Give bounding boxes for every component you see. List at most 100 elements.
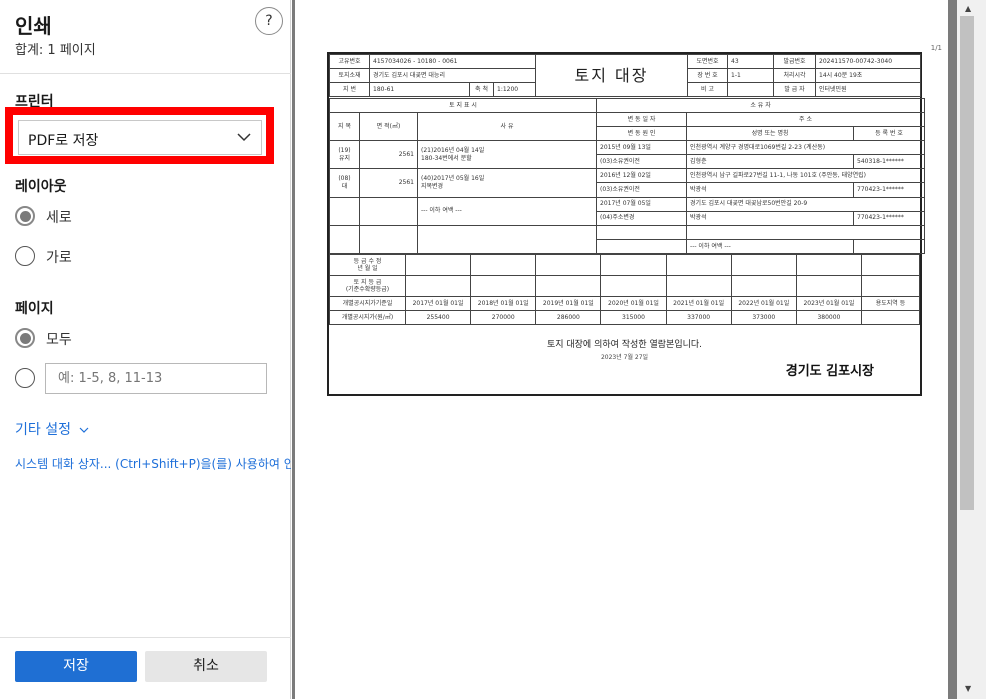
col-regno: 등 록 번 호: [853, 126, 926, 142]
more-settings-link[interactable]: 기타 설정: [15, 419, 89, 439]
land-reason-line2: 180-34번에서 분할: [421, 154, 472, 162]
grade-label-line1: 등 급 수 정: [353, 257, 382, 265]
grade-cell: [730, 275, 797, 297]
land-reason-empty: [416, 224, 598, 255]
price-year: 2018년 01월 01일: [470, 296, 537, 311]
value-unique-no: 4157034026 - 10180 - 0061: [369, 54, 536, 69]
grade-cell: [730, 254, 797, 276]
owner-name: 박광석: [686, 182, 855, 198]
section-land: 토 지 표 시: [328, 97, 598, 114]
owner-regno: 540318-1******: [853, 154, 926, 170]
col-name: 성명 또는 명칭: [686, 126, 855, 142]
owner-name: --- 이하 여백 ---: [686, 238, 855, 255]
more-settings-label: 기타 설정: [15, 422, 71, 438]
doc-title: 토지 대장: [535, 54, 688, 97]
land-code: (19): [338, 147, 351, 155]
grade-cell: [861, 254, 920, 276]
price-value: 255400: [404, 310, 472, 325]
owner-regno: [853, 238, 926, 255]
scroll-up-icon[interactable]: ▲: [965, 4, 971, 13]
owner-cause: (03)소유권이전: [596, 182, 688, 198]
value-location: 경기도 김포시 대곶면 대능리: [369, 68, 536, 83]
pages-all-label: 모두: [46, 332, 72, 348]
owner-name: 박광석: [686, 210, 855, 226]
land-reason-line1: (21)2016년 04월 14일: [421, 147, 485, 155]
page-count: 합계: 1 페이지: [15, 43, 96, 58]
owner-address: [686, 224, 926, 240]
scrollbar[interactable]: ▲ ▼: [957, 0, 986, 699]
owner-address: 인천광역시 계양구 경명대로1069번길 2-23 (계산동): [686, 140, 926, 156]
col-change-cause: 변 동 원 인: [596, 126, 688, 142]
grade-cell: [861, 275, 920, 297]
grade-date-label: 등 급 수 정 년 월 일: [329, 254, 406, 276]
land-jimok: 대: [341, 182, 348, 190]
col-change-date: 변 동 일 자: [596, 112, 688, 128]
grade-cell: [665, 254, 732, 276]
grade-cell: [535, 254, 602, 276]
label-map-no: 도면번호: [687, 54, 728, 69]
grade-label-line2: 년 월 일: [357, 265, 378, 272]
owner-address: 경기도 김포시 대곶면 대곶남로50번안길 20-9: [686, 196, 926, 212]
radio-pages-custom[interactable]: [15, 368, 35, 388]
owner-date: 2015년 09월 13일: [596, 140, 688, 156]
doc-footer-text: 토지 대장에 의하여 작성한 열람본입니다.: [546, 340, 703, 350]
doc-price-table: 등 급 수 정 년 월 일 토 지 등 급 (기준수확량등급) 개별공시지가기준…: [329, 254, 920, 325]
land-reason-line2: 지목변경: [421, 182, 444, 190]
label-issue-no: 발급번호: [773, 54, 816, 69]
chevron-down-icon: [237, 133, 251, 142]
land-reason: --- 이하 여백 ---: [416, 196, 598, 226]
scrollbar-thumb[interactable]: [960, 16, 974, 510]
save-button[interactable]: 저장: [15, 651, 137, 682]
cancel-button[interactable]: 취소: [145, 651, 267, 682]
label-process-time: 처리시각: [773, 68, 816, 83]
doc-footer-date: 2023년 7월 27일: [600, 354, 649, 361]
help-icon[interactable]: ?: [255, 7, 283, 35]
chevron-down-icon: [80, 427, 89, 433]
pages-label: 페이지: [15, 301, 54, 317]
radio-portrait[interactable]: [15, 206, 35, 226]
owner-cause: (04)주소변경: [596, 210, 688, 226]
label-unique-no: 고유번호: [329, 54, 370, 69]
doc-issuer: 경기도 김포시장: [785, 364, 874, 379]
price-value: 380000: [795, 310, 863, 325]
value-lot-no: 180-61: [369, 82, 470, 97]
destination-select[interactable]: PDF로 저장: [18, 120, 262, 155]
layout-label: 레이아웃: [15, 179, 67, 195]
radio-landscape[interactable]: [15, 246, 35, 266]
land-row: (19) 유지: [329, 140, 360, 170]
system-dialog-link[interactable]: 시스템 대화 상자... (Ctrl+Shift+P)을(를) 사용하여 인쇄: [15, 455, 291, 472]
grade-cell: [600, 275, 667, 297]
price-label: 개별공시지가(원/㎡): [329, 310, 406, 325]
scroll-down-icon[interactable]: ▼: [965, 684, 971, 693]
divider: [0, 637, 291, 638]
owner-date: [596, 224, 688, 240]
label-sheet-no: 장 번 호: [687, 68, 728, 83]
grade-cell: [665, 275, 732, 297]
land-reason: (40)2017년 05월 16일 지목변경: [416, 168, 598, 198]
price-year: 2022년 01월 01일: [730, 296, 797, 311]
owner-regno: 770423-1******: [853, 182, 926, 198]
price-year: 2020년 01월 01일: [600, 296, 667, 311]
label-lot-no: 지 번: [329, 82, 370, 97]
land-area: [359, 196, 418, 226]
price-year: 2017년 01월 01일: [404, 296, 472, 311]
layout-landscape-label: 가로: [46, 250, 72, 266]
price-value: 286000: [535, 310, 602, 325]
grade-label-line3: 토 지 등 급: [353, 278, 382, 286]
label-issuer: 발 급 자: [773, 82, 816, 97]
value-issue-no: 202411570-00742-3040: [815, 54, 921, 69]
grade-cell: [470, 275, 537, 297]
grade-cell: [600, 254, 667, 276]
zoning-value: [861, 310, 920, 325]
pages-range-input[interactable]: [45, 363, 267, 394]
grade-cell: [535, 275, 602, 297]
col-address: 주 소: [686, 112, 926, 128]
col-area: 면 적(㎡): [359, 112, 418, 142]
doc-body-table: 토 지 표 시 소 유 자 지 목 면 적(㎡) 사 유 변 동 일 자 주 소…: [328, 97, 926, 255]
grade-cell: [795, 275, 863, 297]
value-scale: 1:1200: [493, 82, 536, 97]
grade-cell: [470, 254, 537, 276]
price-year: 2019년 01월 01일: [535, 296, 602, 311]
radio-pages-all[interactable]: [15, 328, 35, 348]
price-value: 270000: [470, 310, 537, 325]
